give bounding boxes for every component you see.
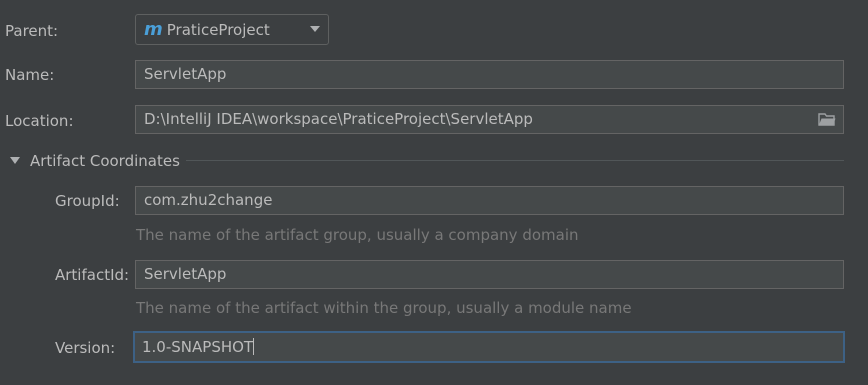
section-separator [186,160,844,161]
version-input-value: 1.0-SNAPSHOT [142,338,254,356]
text-caret [253,338,255,355]
groupid-label: GroupId: [55,192,120,210]
location-input[interactable]: D:\IntelliJ IDEA\workspace\PraticeProjec… [135,105,844,134]
section-title: Artifact Coordinates [30,152,180,170]
folder-icon[interactable] [818,113,836,126]
collapse-toggle-icon[interactable] [10,157,20,164]
name-input[interactable]: ServletApp [135,60,844,89]
parent-combobox-value: PraticeProject [166,20,270,39]
version-label: Version: [55,339,116,357]
artifactid-input[interactable]: ServletApp [135,260,844,289]
chevron-down-icon [310,26,320,32]
groupid-input[interactable]: com.zhu2change [135,186,844,215]
parent-combobox[interactable]: m PraticeProject [135,14,329,45]
name-label: Name: [5,66,55,84]
location-input-value: D:\IntelliJ IDEA\workspace\PraticeProjec… [144,110,533,128]
artifactid-label: ArtifactId: [55,266,130,284]
maven-m-icon: m [144,18,163,40]
version-input[interactable]: 1.0-SNAPSHOT [133,331,845,363]
artifactid-hint: The name of the artifact within the grou… [136,299,632,317]
groupid-hint: The name of the artifact group, usually … [136,226,579,244]
parent-label: Parent: [5,22,59,40]
location-label: Location: [5,112,74,130]
